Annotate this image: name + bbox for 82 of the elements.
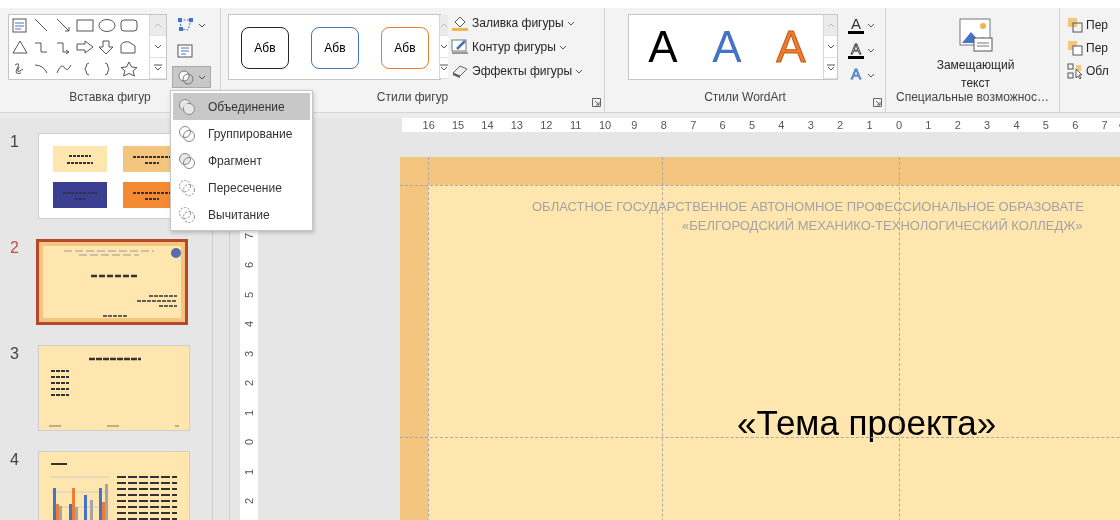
slide-number: 3 bbox=[9, 345, 20, 363]
ruler-number: 1 bbox=[243, 409, 255, 416]
merge-shapes-icon bbox=[178, 151, 196, 170]
caret-down-icon bbox=[154, 44, 162, 49]
picture-icon bbox=[958, 18, 993, 52]
group-label: Вставка фигур bbox=[69, 90, 151, 104]
group-label: Стили фигур bbox=[376, 90, 449, 104]
ruler-number: 2 bbox=[825, 118, 855, 132]
paint-bucket-icon bbox=[451, 15, 469, 31]
ruler-number: 6 bbox=[243, 262, 255, 269]
shape-format-button[interactable]: Эффекты фигуры bbox=[446, 60, 588, 82]
slide-thumbnail[interactable] bbox=[36, 239, 188, 325]
merge-shapes-icon bbox=[177, 69, 195, 85]
ruler-number: 5 bbox=[243, 291, 255, 298]
dialog-launcher-icon[interactable] bbox=[592, 98, 601, 107]
merge-shapes-icon bbox=[178, 178, 196, 197]
command-label: Эффекты фигуры bbox=[472, 64, 572, 78]
eraser-icon bbox=[451, 63, 469, 79]
slide-number: 1 bbox=[9, 133, 20, 151]
gallery-down-button[interactable] bbox=[440, 36, 448, 58]
expand-icon bbox=[440, 64, 448, 72]
slide-number: 4 bbox=[9, 451, 20, 469]
caret-down-icon bbox=[867, 22, 875, 28]
slide-header-text: ОБЛАСТНОЕ ГОСУДАРСТВЕННОЕ АВТОНОМНОЕ ПРОФЕССИОНАЛЬНОЕ ОБРАЗОВАТЕ bbox=[531, 198, 1084, 216]
layers-icon bbox=[1067, 17, 1083, 33]
merge-shapes-button[interactable] bbox=[172, 66, 211, 88]
caret-down-icon bbox=[566, 20, 575, 26]
slide-title[interactable]: «Тема проекта» bbox=[737, 403, 997, 443]
shape-style-tile[interactable]: Абв bbox=[241, 27, 289, 69]
caret-down-icon bbox=[826, 44, 835, 49]
group-label: Стили WordArt bbox=[704, 90, 786, 104]
ruler-number: 2 bbox=[243, 498, 255, 505]
caret-up-icon bbox=[154, 22, 162, 28]
wordart-format-button[interactable]: A bbox=[843, 39, 880, 61]
caret-down-icon bbox=[867, 47, 875, 53]
caret-down-icon bbox=[558, 44, 567, 50]
arrange-button[interactable]: Обл bbox=[1062, 60, 1114, 82]
command-label: Контур фигуры bbox=[472, 40, 556, 54]
wordart-style-tile[interactable]: A bbox=[631, 19, 695, 79]
selection-pane-icon bbox=[1067, 63, 1083, 79]
merge-shapes-icon bbox=[178, 124, 196, 143]
shape-style-tile[interactable]: Абв bbox=[381, 27, 429, 69]
ruler-number: 3 bbox=[243, 350, 255, 357]
ruler-number: 3 bbox=[972, 118, 1002, 132]
menu-item[interactable]: Группирование bbox=[173, 120, 310, 147]
ruler-number: 7 bbox=[243, 232, 255, 239]
shape-format-button[interactable]: Заливка фигуры bbox=[446, 12, 588, 34]
caret-down-icon bbox=[575, 68, 583, 74]
caret-down-icon bbox=[440, 44, 448, 49]
text-format-icon: A bbox=[848, 66, 864, 84]
arrange-button[interactable]: Пер bbox=[1062, 14, 1114, 36]
caret-down-icon bbox=[867, 72, 875, 78]
command-label: Заливка фигуры bbox=[472, 16, 564, 30]
caret-up-icon bbox=[826, 22, 835, 28]
merge-shapes-icon bbox=[178, 205, 196, 224]
menu-item[interactable]: Фрагмент bbox=[173, 147, 310, 174]
caret-up-icon bbox=[440, 22, 448, 28]
caret-down-icon bbox=[198, 22, 206, 28]
wordart-style-tile[interactable]: A bbox=[695, 19, 759, 79]
slide-header-text: «БЕЛГОРОДСКИЙ МЕХАНИКО-ТЕХНОЛОГИЧЕСКИЙ КОЛЛЕДЖ» bbox=[681, 217, 1083, 235]
menu-item[interactable]: Вычитание bbox=[173, 201, 310, 228]
slide-number: 2 bbox=[9, 239, 20, 257]
menu-item[interactable]: Пересечение bbox=[173, 174, 310, 201]
ruler-number: 2 bbox=[243, 380, 255, 387]
wordart-format-button[interactable]: A bbox=[843, 14, 880, 36]
layers-icon bbox=[1067, 40, 1083, 56]
caret-down-icon bbox=[198, 74, 206, 80]
edit-points-icon bbox=[177, 17, 195, 33]
expand-icon bbox=[826, 64, 835, 72]
pencil-icon bbox=[451, 39, 469, 55]
gallery-more-button[interactable] bbox=[440, 57, 448, 79]
dialog-launcher-icon[interactable] bbox=[873, 98, 882, 107]
ruler-number: 0 bbox=[243, 439, 255, 446]
merge-shapes-icon bbox=[178, 97, 196, 116]
text-box-icon bbox=[177, 44, 193, 58]
arrange-button[interactable]: Пер bbox=[1062, 37, 1114, 59]
menu-item[interactable]: Объединение bbox=[173, 93, 310, 120]
expand-icon bbox=[154, 64, 162, 72]
ruler-number: 1 bbox=[243, 468, 255, 475]
ruler-number: 4 bbox=[243, 321, 255, 328]
shape-style-tile[interactable]: Абв bbox=[311, 27, 359, 69]
shape-format-button[interactable]: Контур фигуры bbox=[446, 36, 588, 58]
